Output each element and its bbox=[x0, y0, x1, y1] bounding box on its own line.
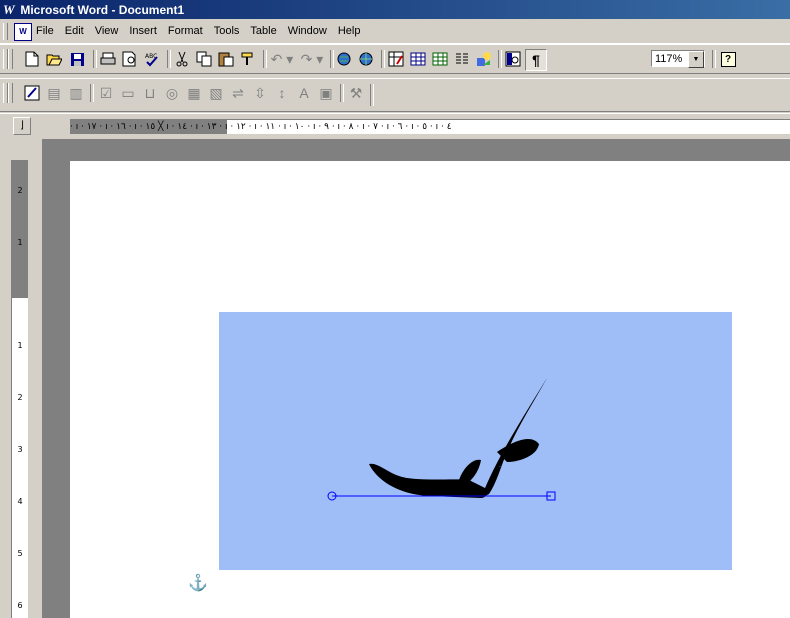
standard-toolbar: ABC ↶ ▾ ↷ ▾ ¶ 117% ▼ ? bbox=[0, 44, 790, 74]
document-page[interactable]: كلك ⚓ bbox=[70, 161, 790, 618]
zoom-select[interactable]: 117% ▼ bbox=[651, 50, 705, 68]
ruler-number: 1 bbox=[17, 238, 23, 247]
help-glyph: ? bbox=[720, 51, 736, 67]
separator bbox=[381, 50, 385, 68]
open-icon[interactable] bbox=[44, 49, 64, 69]
separator bbox=[90, 84, 94, 102]
word-logo-icon: W bbox=[3, 2, 15, 17]
toggle-icon[interactable]: ⇌ bbox=[228, 83, 248, 103]
ruler-number: 5 bbox=[17, 549, 23, 558]
show-hide-icon[interactable]: ¶ bbox=[525, 49, 547, 71]
dropdown-field-icon[interactable]: ⊔ bbox=[140, 83, 160, 103]
toolbar-grip-2 bbox=[8, 49, 13, 69]
document-workspace: كلك ⚓ bbox=[42, 139, 790, 618]
print-preview-icon[interactable] bbox=[120, 49, 140, 69]
redo-icon[interactable]: ↷ ▾ bbox=[298, 49, 326, 69]
ruler-bar: ⌋ · ı · ١٧ · ı · ١٦ · ı · ١٥ ╳ ı · ١٤ · … bbox=[0, 113, 790, 140]
form-field-options-icon[interactable]: ▤ bbox=[44, 83, 64, 103]
chevron-down-icon[interactable]: ▼ bbox=[688, 51, 704, 68]
ruler-margin bbox=[12, 160, 28, 298]
cut-icon[interactable] bbox=[172, 49, 192, 69]
document-map-icon[interactable] bbox=[503, 49, 523, 69]
anchor-icon[interactable]: ⚓ bbox=[188, 573, 208, 593]
vertical-ruler[interactable]: 2 1 1 2 3 4 5 6 bbox=[11, 160, 28, 618]
ruler-number: 2 bbox=[17, 186, 23, 195]
help-icon[interactable]: ? bbox=[718, 49, 738, 69]
insert-excel-icon[interactable] bbox=[430, 49, 450, 69]
checkbox-icon[interactable]: ☑ bbox=[96, 83, 116, 103]
ruler-number: 4 bbox=[17, 497, 23, 506]
paste-icon[interactable] bbox=[216, 49, 236, 69]
ruler-ticks: · ı · ١٧ · ı · ١٦ · ı · ١٥ ╳ ı · ١٤ · ı … bbox=[70, 122, 452, 132]
ruler-number: 3 bbox=[17, 445, 23, 454]
separator bbox=[93, 50, 97, 68]
separator bbox=[712, 50, 716, 68]
columns-icon[interactable] bbox=[452, 49, 472, 69]
horizontal-ruler[interactable]: · ı · ١٧ · ı · ١٦ · ı · ١٥ ╳ ı · ١٤ · ı … bbox=[70, 119, 790, 134]
menu-help[interactable]: Help bbox=[338, 25, 361, 37]
drawing-canvas[interactable]: كلك bbox=[219, 312, 732, 570]
menu-format[interactable]: Format bbox=[168, 25, 203, 37]
text-field-icon[interactable]: ▭ bbox=[118, 83, 138, 103]
menu-tools[interactable]: Tools bbox=[214, 25, 240, 37]
format-painter-icon[interactable] bbox=[238, 49, 258, 69]
tables-borders-icon[interactable] bbox=[386, 49, 406, 69]
menu-insert[interactable]: Insert bbox=[129, 25, 157, 37]
menu-table[interactable]: Table bbox=[250, 25, 276, 37]
menubar-grip[interactable] bbox=[3, 23, 8, 40]
menu-edit[interactable]: Edit bbox=[65, 25, 84, 37]
draw-table-icon[interactable] bbox=[22, 83, 42, 103]
drawing-icon[interactable] bbox=[474, 49, 494, 69]
toolbar-grip-2 bbox=[8, 83, 13, 103]
option-button-icon[interactable]: ◎ bbox=[162, 83, 182, 103]
scroll-bar-icon[interactable]: ⇳ bbox=[250, 83, 270, 103]
form-properties-icon[interactable]: ▥ bbox=[66, 83, 86, 103]
separator bbox=[498, 50, 502, 68]
web-toolbar-icon[interactable] bbox=[356, 49, 376, 69]
list-box-icon[interactable]: ▦ bbox=[184, 83, 204, 103]
print-icon[interactable] bbox=[98, 49, 118, 69]
document-icon[interactable]: W bbox=[14, 23, 32, 41]
separator bbox=[167, 50, 171, 68]
ruler-number: 6 bbox=[17, 601, 23, 610]
menu-bar: W File Edit View Insert Format Tools Tab… bbox=[0, 21, 790, 44]
insert-table-icon[interactable] bbox=[408, 49, 428, 69]
more-controls-icon[interactable]: ⚒ bbox=[346, 83, 366, 103]
forms-toolbar: ▤ ▥ ☑ ▭ ⊔ ◎ ▦ ▧ ⇌ ⇳ ↕ A ▣ ⚒ bbox=[0, 78, 790, 112]
label-icon[interactable]: A bbox=[294, 83, 314, 103]
combo-box-icon[interactable]: ▧ bbox=[206, 83, 226, 103]
window-title: Microsoft Word - Document1 bbox=[20, 3, 185, 17]
spelling-icon[interactable]: ABC bbox=[142, 49, 162, 69]
menu-window[interactable]: Window bbox=[288, 25, 327, 37]
ruler-number: 2 bbox=[17, 393, 23, 402]
new-icon[interactable] bbox=[22, 49, 42, 69]
separator bbox=[263, 50, 267, 68]
separator bbox=[370, 84, 374, 106]
image-control-icon[interactable]: ▣ bbox=[316, 83, 336, 103]
undo-icon[interactable]: ↶ ▾ bbox=[268, 49, 296, 69]
copy-icon[interactable] bbox=[194, 49, 214, 69]
title-bar: W Microsoft Word - Document1 bbox=[0, 0, 790, 19]
ruler-number: 1 bbox=[17, 341, 23, 350]
calligraphy-drawing[interactable]: كلك bbox=[219, 312, 732, 570]
separator bbox=[340, 84, 344, 102]
save-icon[interactable] bbox=[67, 49, 87, 69]
zoom-value: 117% bbox=[655, 53, 683, 65]
menu-file[interactable]: File bbox=[36, 25, 54, 37]
tab-selector[interactable]: ⌋ bbox=[13, 117, 31, 135]
menu-view[interactable]: View bbox=[95, 25, 119, 37]
hyperlink-icon[interactable] bbox=[334, 49, 354, 69]
spin-button-icon[interactable]: ↕ bbox=[272, 83, 292, 103]
